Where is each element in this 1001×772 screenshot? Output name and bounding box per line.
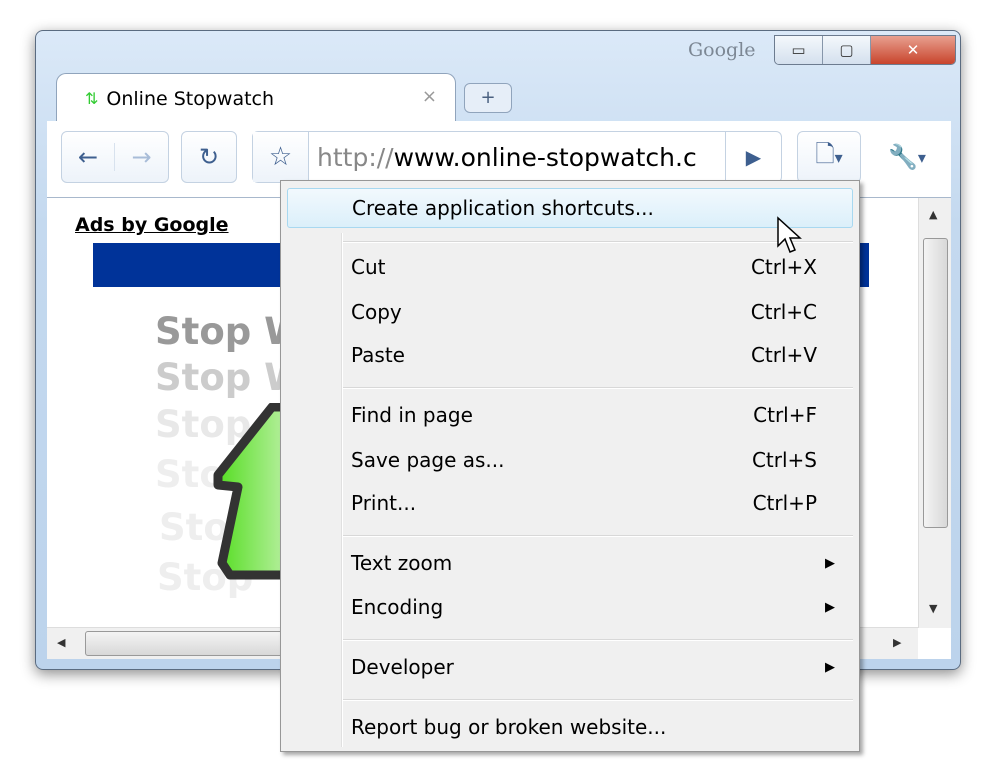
omnibox[interactable]: ☆ http://www.online-stopwatch.c ▶ — [252, 131, 782, 183]
submenu-arrow-icon: ▶ — [825, 599, 835, 615]
menu-item-report-bug[interactable]: Report bug or broken website... — [287, 707, 853, 747]
tab-title: Online Stopwatch — [106, 87, 275, 110]
reload-button[interactable]: ↻ — [181, 131, 237, 183]
scroll-down-icon[interactable]: ▼ — [929, 602, 937, 615]
ads-by-google-link[interactable]: Ads by Google — [75, 214, 229, 236]
wrench-icon: 🔧 — [888, 143, 918, 171]
scroll-up-icon[interactable]: ▲ — [929, 208, 937, 221]
menu-label: Cut — [351, 255, 386, 279]
menu-shortcut: Ctrl+C — [750, 300, 817, 324]
stopwatch-favicon-icon: ⇅ — [85, 89, 99, 108]
menu-separator — [343, 387, 853, 389]
submenu-arrow-icon: ▶ — [825, 659, 835, 675]
tab-close-icon[interactable]: × — [422, 86, 437, 107]
menu-item-developer[interactable]: Developer ▶ — [287, 647, 853, 687]
menu-separator — [343, 535, 853, 537]
scroll-left-icon[interactable]: ◀ — [57, 636, 65, 649]
url-field[interactable]: http://www.online-stopwatch.c — [309, 143, 719, 172]
menu-item-text-zoom[interactable]: Text zoom ▶ — [287, 543, 853, 583]
go-button[interactable]: ▶ — [725, 132, 781, 182]
url-host: www.online-stopwatch.c — [393, 142, 697, 172]
forward-button[interactable]: → — [115, 143, 168, 171]
page-context-menu: Create application shortcuts... Cut Ctrl+… — [280, 180, 860, 752]
back-button[interactable]: ← — [62, 143, 116, 171]
menu-item-print[interactable]: Print... Ctrl+P — [287, 483, 853, 523]
menu-label: Report bug or broken website... — [351, 715, 667, 739]
maximize-button[interactable]: ▢ — [823, 36, 871, 64]
menu-label: Encoding — [351, 595, 444, 619]
new-tab-button[interactable]: + — [464, 83, 512, 113]
menu-shortcut: Ctrl+X — [750, 255, 817, 279]
menu-shortcut: Ctrl+S — [751, 448, 817, 472]
menu-label: Create application shortcuts... — [352, 196, 654, 220]
menu-label: Text zoom — [351, 551, 453, 575]
menu-item-cut[interactable]: Cut Ctrl+X — [287, 247, 853, 287]
window-controls: ▭ ▢ ✕ — [774, 35, 956, 65]
menu-item-create-shortcuts[interactable]: Create application shortcuts... — [287, 188, 853, 228]
menu-label: Developer — [351, 655, 454, 679]
menu-item-paste[interactable]: Paste Ctrl+V — [287, 335, 853, 375]
url-scheme: http:// — [317, 142, 394, 172]
submenu-arrow-icon: ▶ — [825, 555, 835, 571]
menu-label: Find in page — [351, 403, 473, 427]
page-icon: 🗋 — [815, 139, 835, 168]
menu-label: Print... — [351, 491, 417, 515]
nav-buttons: ← → — [61, 131, 169, 183]
menu-shortcut: Ctrl+P — [752, 491, 817, 515]
menu-item-copy[interactable]: Copy Ctrl+C — [287, 292, 853, 332]
chevron-down-icon: ▾ — [834, 147, 843, 167]
menu-label: Copy — [351, 300, 402, 324]
google-logo: Google — [688, 39, 756, 61]
close-button[interactable]: ✕ — [871, 36, 955, 64]
menu-label: Paste — [351, 343, 405, 367]
menu-item-encoding[interactable]: Encoding ▶ — [287, 587, 853, 627]
menu-label: Save page as... — [351, 448, 505, 472]
wrench-menu-button[interactable]: 🔧 ▾ — [875, 131, 939, 183]
vertical-scroll-thumb[interactable] — [923, 238, 948, 528]
chevron-down-icon: ▾ — [917, 147, 926, 167]
tab-online-stopwatch[interactable]: ⇅ Online Stopwatch × — [56, 73, 456, 123]
menu-separator — [343, 699, 853, 701]
page-menu-button[interactable]: 🗋 ▾ — [797, 131, 861, 183]
bookmark-star-icon[interactable]: ☆ — [253, 132, 309, 182]
menu-separator — [343, 639, 853, 641]
menu-item-find[interactable]: Find in page Ctrl+F — [287, 395, 853, 435]
menu-shortcut: Ctrl+F — [753, 403, 817, 427]
menu-shortcut: Ctrl+V — [750, 343, 817, 367]
scroll-right-icon[interactable]: ▶ — [893, 636, 901, 649]
minimize-button[interactable]: ▭ — [775, 36, 823, 64]
vertical-scrollbar[interactable]: ▲ ▼ — [918, 198, 951, 628]
mouse-cursor-icon — [777, 216, 802, 253]
menu-item-save-page[interactable]: Save page as... Ctrl+S — [287, 440, 853, 480]
